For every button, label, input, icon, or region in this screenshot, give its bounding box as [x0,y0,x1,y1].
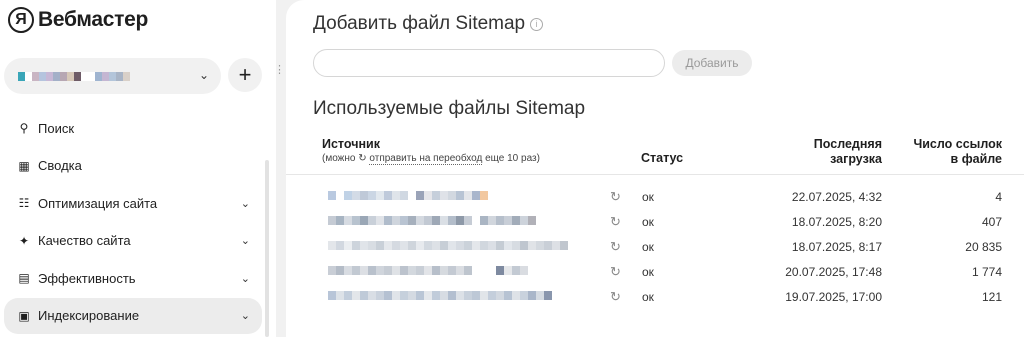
recrawl-icon[interactable]: ↻ [610,214,621,230]
row-status: ок [642,290,654,304]
row-links-count: 407 [981,215,1002,229]
table-row[interactable]: ↻ ок 18.07.2025, 8:17 20 835 [286,237,1024,257]
chevron-down-icon: ⌄ [198,68,209,82]
indexing-monitor-icon: ▣ [18,308,30,323]
row-last-loaded: 18.07.2025, 8:17 [791,240,882,254]
dashboard-grid-icon: ▦ [18,158,30,173]
site-name-redacted [18,71,130,81]
sitemap-url-redacted[interactable] [328,241,568,250]
sitemap-url-redacted[interactable] [328,216,536,225]
sidebar-item-label: Качество сайта [38,233,131,249]
info-icon[interactable]: i [530,17,544,31]
yandex-logo-icon: Я [8,7,34,33]
recrawl-note-suffix: еще 10 раз) [485,153,540,164]
sidebar-item-quality[interactable]: ✦ Качество сайта ⌄ [4,223,262,259]
table-divider [286,174,1024,175]
sidebar-nav: ⚲ Поиск ▦ Сводка ☷ Оптимизация сайта ⌄ ✦… [4,110,262,336]
chevron-down-icon: ⌄ [240,235,250,248]
bar-chart-icon: ▤ [18,271,30,286]
sitemap-url-redacted[interactable] [328,191,488,200]
used-sitemaps-title: Используемые файлы Sitemap [313,98,586,119]
site-structure-icon: ☷ [18,196,30,211]
app-title: Вебмастер [38,8,148,31]
column-header-last-loaded-line2: загрузка [830,152,882,166]
row-last-loaded: 20.07.2025, 17:48 [785,265,882,279]
row-status: ок [642,215,654,229]
add-sitemap-heading: Добавить файл Sitemap i [313,13,544,35]
search-icon: ⚲ [19,121,29,135]
chevron-down-icon: ⌄ [240,310,250,323]
row-last-loaded: 22.07.2025, 4:32 [791,190,882,204]
sitemap-url-redacted[interactable] [328,266,528,275]
column-header-last-loaded: Последняя загрузка [766,137,882,167]
row-links-count: 20 835 [965,240,1002,254]
recrawl-link[interactable]: отправить на переобход [369,153,483,165]
sitemap-url-redacted[interactable] [328,291,552,300]
chevron-down-icon: ⌄ [240,197,250,210]
sidebar-item-label: Поиск [38,120,75,136]
sidebar-scrollbar[interactable] [265,160,269,337]
row-last-loaded: 18.07.2025, 8:20 [791,215,882,229]
table-row[interactable]: ↻ ок 22.07.2025, 4:32 4 [286,187,1024,207]
sidebar-item-search[interactable]: ⚲ Поиск [4,110,262,146]
recrawl-icon[interactable]: ↻ [610,289,621,305]
recrawl-note-prefix: (можно [322,153,356,164]
recrawl-note: (можно ↻ отправить на переобход еще 10 р… [322,153,540,165]
refresh-icon: ↻ [358,153,367,164]
table-row[interactable]: ↻ ок 18.07.2025, 8:20 407 [286,212,1024,232]
row-last-loaded: 19.07.2025, 17:00 [785,290,882,304]
sidebar-item-indexing[interactable]: ▣ Индексирование ⌄ [4,297,262,334]
sitemap-url-input[interactable] [313,49,665,77]
column-header-source: Источник [322,137,380,151]
recrawl-icon[interactable]: ↻ [610,264,621,280]
main-content: Добавить файл Sitemap i Добавить Использ… [286,0,1024,337]
column-header-status: Статус [641,151,684,165]
sidebar-resize-handle-icon[interactable]: ⋮⋮ [274,65,297,84]
table-row[interactable]: ↻ ок 19.07.2025, 17:00 121 [286,287,1024,307]
sidebar: Я Вебмастер ⌄ + ⚲ Поиск ▦ Сводка ☷ Оптим… [0,0,276,337]
row-status: ок [642,265,654,279]
row-links-count: 4 [995,190,1002,204]
sidebar-item-summary[interactable]: ▦ Сводка [4,148,262,184]
recrawl-icon[interactable]: ↻ [610,189,621,205]
sidebar-item-label: Эффективность [38,270,136,286]
column-header-links-count-line1: Число ссылок [913,137,1002,151]
sidebar-item-optimization[interactable]: ☷ Оптимизация сайта ⌄ [4,185,262,221]
chevron-down-icon: ⌄ [240,272,250,285]
add-sitemap-title: Добавить файл Sitemap [313,13,526,34]
logo[interactable]: Я Вебмастер [8,6,148,34]
sidebar-item-efficiency[interactable]: ▤ Эффективность ⌄ [4,260,262,296]
sidebar-item-label: Оптимизация сайта [38,195,158,211]
add-sitemap-button[interactable]: Добавить [672,50,752,76]
row-links-count: 1 774 [971,265,1002,279]
row-links-count: 121 [981,290,1002,304]
table-row[interactable]: ↻ ок 20.07.2025, 17:48 1 774 [286,262,1024,282]
add-site-button[interactable]: + [228,58,262,92]
column-header-last-loaded-line1: Последняя [813,137,882,151]
recrawl-icon[interactable]: ↻ [610,239,621,255]
sidebar-item-label: Индексирование [38,308,140,324]
column-header-links-count: Число ссылок в файле [896,137,1002,167]
site-selector[interactable]: ⌄ [4,58,221,94]
column-header-links-count-line2: в файле [950,152,1002,166]
sidebar-item-label: Сводка [38,158,82,174]
row-status: ок [642,240,654,254]
sparkle-icon: ✦ [18,233,30,248]
row-status: ок [642,190,654,204]
